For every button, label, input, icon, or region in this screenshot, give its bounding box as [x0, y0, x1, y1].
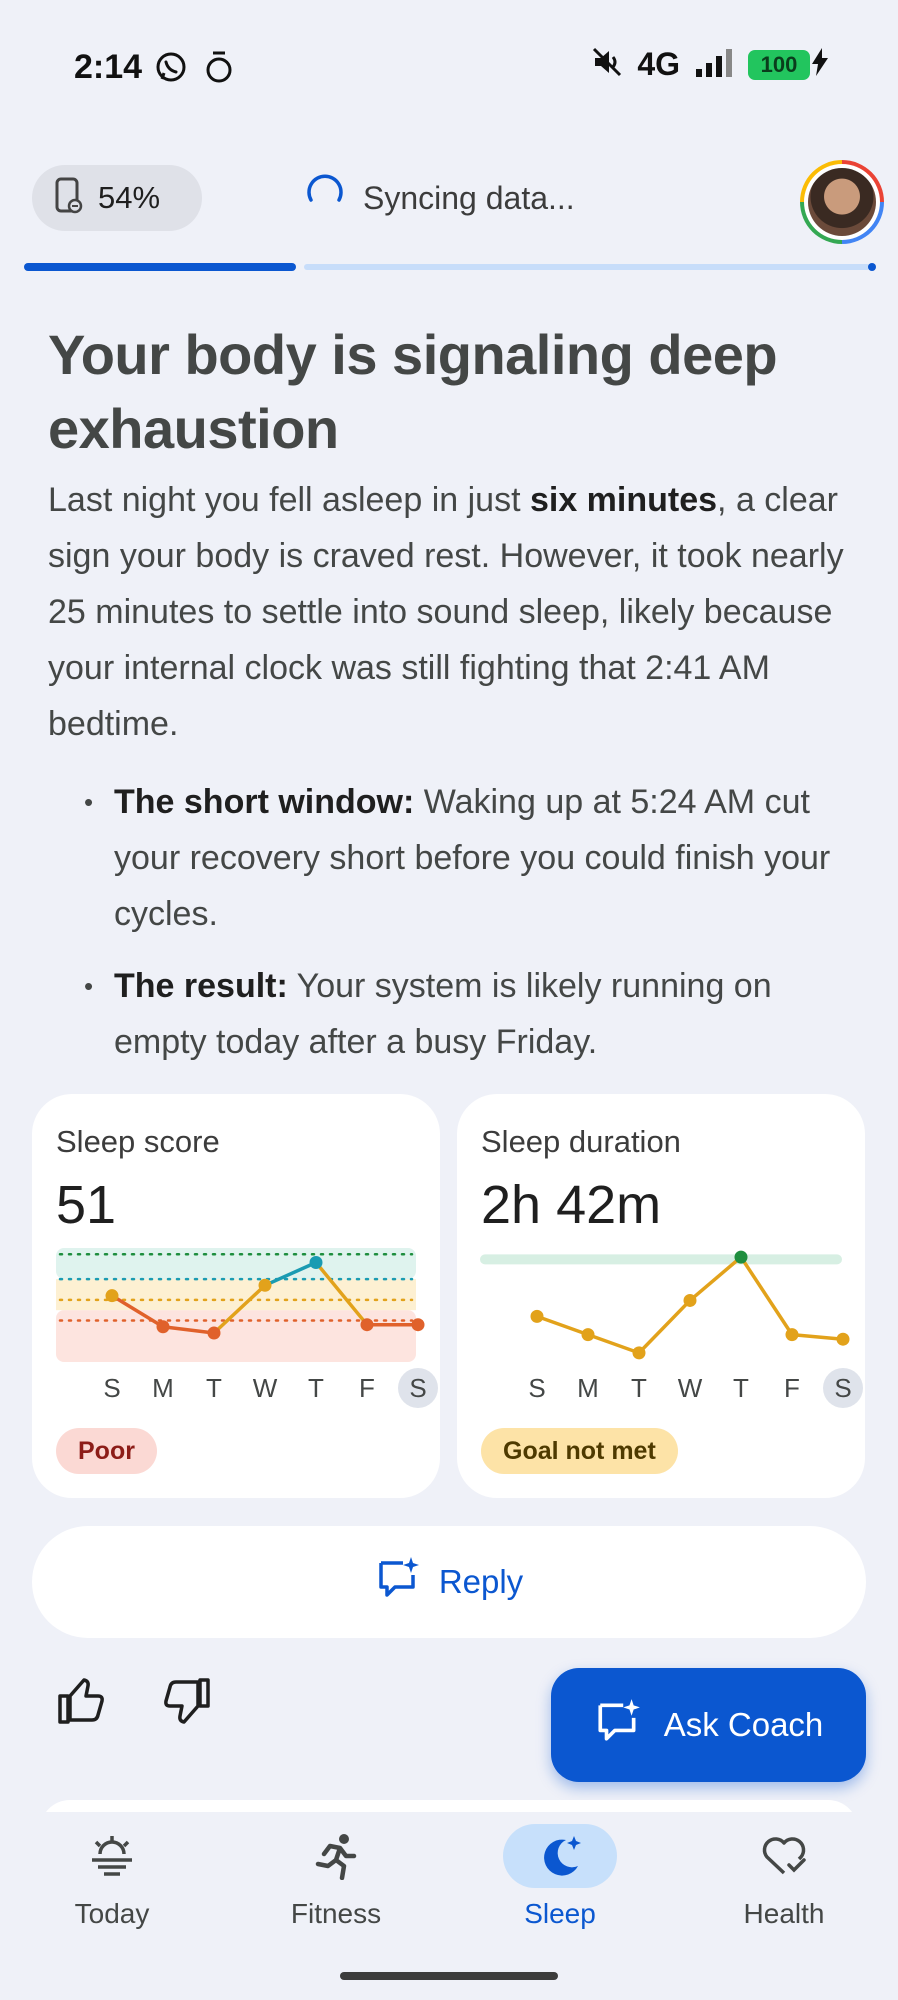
running-icon: [236, 1824, 436, 1888]
day-label: S: [528, 1373, 546, 1403]
day-label: S: [103, 1373, 121, 1403]
progress-fill: [24, 263, 296, 271]
home-indicator[interactable]: [340, 1972, 558, 1980]
day-label: S: [823, 1368, 863, 1408]
watch-battery-icon: [54, 176, 84, 221]
day-label: M: [152, 1373, 174, 1403]
sleep-duration-chart: [480, 1250, 850, 1360]
avatar[interactable]: [800, 160, 884, 244]
network-type: 4G: [637, 46, 680, 82]
series-segment: [536, 1314, 589, 1337]
data-point: [309, 1256, 323, 1270]
watch-battery-percent: 54%: [98, 180, 161, 215]
series-segment: [739, 1256, 794, 1336]
thumbs-up-icon[interactable]: [56, 1676, 106, 1731]
data-point: [360, 1318, 374, 1332]
data-point: [156, 1320, 170, 1334]
data-point: [836, 1332, 850, 1346]
battery-indicator: 100: [748, 49, 810, 80]
nav-label: Health: [743, 1898, 825, 1929]
ask-coach-button[interactable]: Ask Coach: [551, 1668, 866, 1782]
day-label: T: [206, 1373, 222, 1403]
sync-spinner-icon: [305, 174, 345, 222]
data-point: [530, 1309, 544, 1323]
app-header: 54% Syncing data...: [0, 160, 898, 244]
highlight-text: six minutes: [529, 481, 718, 519]
reply-label: Reply: [438, 1563, 524, 1600]
thumbs-down-icon[interactable]: [162, 1676, 212, 1731]
sleep-duration-card[interactable]: Sleep duration 2h 42m SMTWTFS Goal not m…: [457, 1094, 865, 1498]
insight-headline: Your body is signaling deep exhaustion: [48, 323, 778, 460]
sleep-score-value: 51: [56, 1175, 117, 1235]
status-right: 4G 100: [591, 46, 828, 83]
day-label: W: [677, 1373, 703, 1403]
sync-progress-bar: [24, 263, 876, 271]
data-point: [207, 1326, 221, 1340]
stopwatch-icon: [204, 50, 234, 89]
nav-item-fitness[interactable]: Fitness: [236, 1824, 436, 1930]
day-label: T: [733, 1373, 749, 1403]
signal-icon: [694, 47, 734, 82]
heart-check-icon: [684, 1824, 884, 1888]
data-point: [258, 1278, 272, 1292]
moon-star-icon: [503, 1824, 617, 1888]
series-segment: [791, 1332, 844, 1341]
ask-coach-label: Ask Coach: [663, 1706, 824, 1743]
nav-item-today[interactable]: Today: [12, 1824, 212, 1930]
data-point: [105, 1289, 119, 1303]
data-point: [734, 1250, 748, 1264]
data-point: [411, 1318, 425, 1332]
day-labels: SMTWTFS: [481, 1368, 863, 1408]
whatsapp-icon: [154, 50, 188, 89]
reply-button[interactable]: Reply: [32, 1526, 866, 1638]
sleep-duration-value: 2h 42m: [481, 1175, 662, 1235]
battery-level: 100: [760, 51, 798, 77]
series-segment: [587, 1332, 640, 1355]
day-label: S: [398, 1368, 438, 1408]
data-point: [683, 1293, 697, 1307]
watch-battery-chip[interactable]: 54%: [32, 165, 202, 231]
day-label: F: [359, 1373, 375, 1403]
profile-photo: [808, 168, 876, 236]
day-label: T: [631, 1373, 647, 1403]
status-badge: Poor: [56, 1428, 157, 1474]
status-badge: Goal not met: [481, 1428, 678, 1474]
nav-label: Fitness: [290, 1898, 382, 1929]
card-title: Sleep duration: [481, 1124, 681, 1159]
nav-label: Sleep: [524, 1898, 596, 1929]
data-point: [785, 1328, 799, 1342]
list-item: The result: Your system is likely runnin…: [84, 958, 864, 1070]
sleep-score-chart: [56, 1248, 425, 1362]
insight-paragraph: Last night you fell asleep in just six m…: [48, 481, 844, 743]
day-label: W: [252, 1373, 278, 1403]
list-item: The short window: Waking up at 5:24 AM c…: [84, 774, 864, 942]
insight-bullets: The short window: Waking up at 5:24 AM c…: [84, 774, 864, 1086]
day-label: F: [784, 1373, 800, 1403]
good-zone-band: [56, 1248, 416, 1280]
card-title: Sleep score: [56, 1124, 220, 1159]
data-point: [581, 1328, 595, 1342]
sync-status: Syncing data...: [305, 174, 575, 222]
chat-sparkle-icon: [375, 1555, 421, 1609]
day-label: T: [308, 1373, 324, 1403]
day-labels: SMTWTFS: [56, 1368, 438, 1408]
nav-item-sleep[interactable]: Sleep: [460, 1824, 660, 1930]
status-time: 2:14: [74, 48, 143, 86]
data-point: [632, 1346, 646, 1360]
sunrise-icon: [12, 1824, 212, 1888]
nav-label: Today: [74, 1898, 150, 1929]
series-segment: [637, 1299, 692, 1355]
charging-icon: [812, 48, 828, 81]
sync-text: Syncing data...: [363, 179, 575, 216]
status-bar: 2:14 4G 100: [0, 0, 898, 130]
sleep-score-card[interactable]: Sleep score 51 SMTWTFS Poor: [32, 1094, 440, 1498]
chat-sparkle-icon: [594, 1697, 642, 1753]
progress-remaining: [304, 264, 870, 270]
nav-item-health[interactable]: Health: [684, 1824, 884, 1930]
mute-icon: [591, 46, 623, 83]
progress-end-dot: [868, 263, 876, 271]
day-label: M: [577, 1373, 599, 1403]
